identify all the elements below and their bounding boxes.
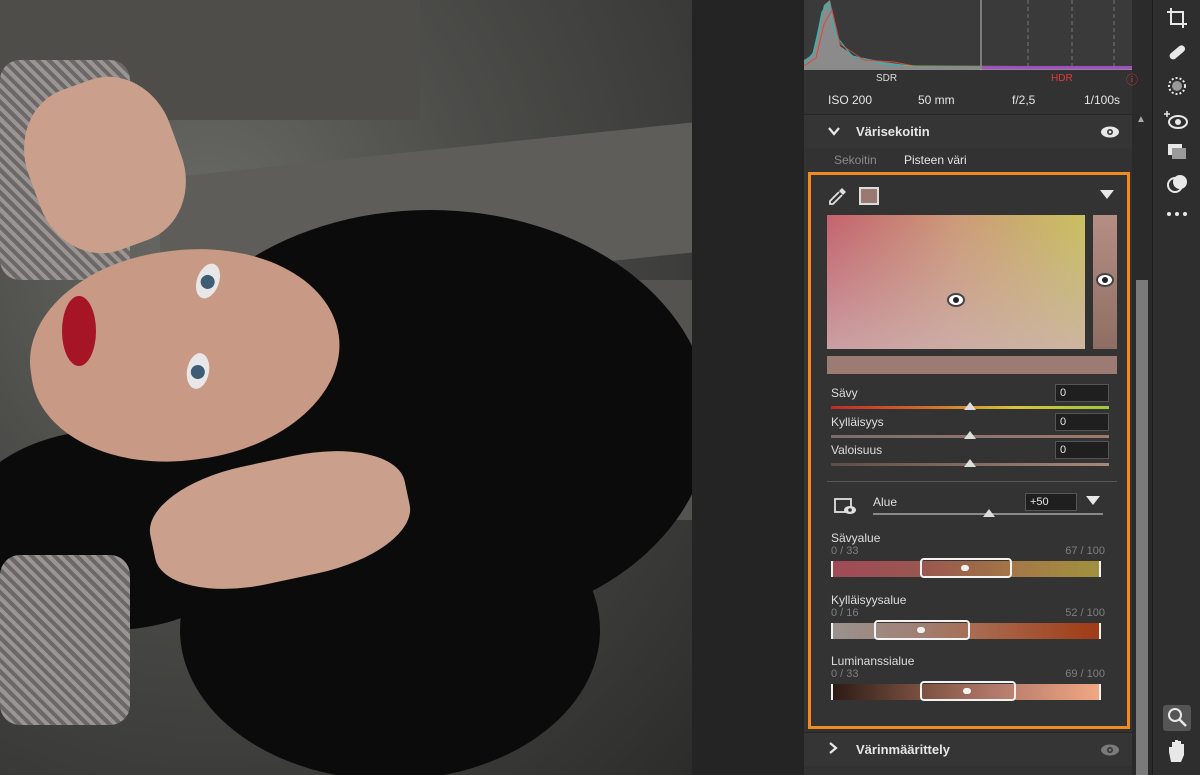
color-grading-header[interactable]: Värinmäärittely	[804, 732, 1132, 766]
crop-icon[interactable]	[1163, 6, 1191, 32]
hue-range-max: 67 / 100	[1065, 545, 1105, 557]
hue-range-title: Sävyalue	[831, 531, 881, 545]
sdr-label: SDR	[876, 73, 898, 84]
healing-icon[interactable]	[1163, 40, 1191, 66]
color-mixer-title: Värisekoitin	[856, 124, 930, 139]
visibility-eye-icon[interactable]	[1100, 125, 1119, 138]
histogram-labels: SDR HDR ⓘ	[804, 70, 1150, 88]
shutter-value: 1/100s	[1084, 93, 1121, 107]
lightroom-window: SDR HDR ⓘ ISO 200 50 mm f/2,5 1/100s Vär…	[0, 0, 1200, 775]
saturation-slider[interactable]: Kylläisyys 0	[831, 413, 1109, 443]
luminance-range-max: 69 / 100	[1065, 668, 1105, 680]
luminance-value-input[interactable]: 0	[1055, 441, 1109, 459]
swatch-dropdown-icon[interactable]	[1100, 190, 1114, 199]
aperture-value: f/2,5	[1012, 93, 1036, 107]
histogram[interactable]	[803, 0, 1133, 70]
luminance-range-left-tick[interactable]	[831, 684, 833, 700]
saturation-range: Kylläisyysalue 0 / 16 52 / 100	[831, 593, 1105, 649]
edit-panel: SDR HDR ⓘ ISO 200 50 mm f/2,5 1/100s Vär…	[803, 0, 1138, 775]
tab-pisteen-vari[interactable]: Pisteen väri	[904, 153, 967, 167]
luminance-label: Valoisuus	[831, 443, 883, 457]
hdr-warning-icon[interactable]: ⓘ	[1126, 71, 1138, 88]
saturation-value-input[interactable]: 0	[1055, 413, 1109, 431]
zoom-icon[interactable]	[1163, 705, 1191, 731]
divider	[827, 481, 1117, 482]
luminance-thumb[interactable]	[964, 459, 976, 467]
sampled-color-swatch[interactable]	[859, 187, 879, 205]
luminance-range-handle[interactable]	[963, 688, 971, 694]
result-color-bar	[827, 356, 1117, 374]
scroll-up-icon[interactable]: ▲	[1136, 114, 1146, 125]
saturation-range-title: Kylläisyysalue	[831, 593, 907, 607]
range-label: Alue	[873, 495, 898, 509]
canvas-gap	[692, 0, 804, 775]
chevron-down-icon[interactable]	[828, 123, 840, 139]
saturation-thumb[interactable]	[964, 431, 976, 439]
panel-scrollbar[interactable]: ▲	[1132, 112, 1152, 775]
luminance-slider[interactable]: Valoisuus 0	[831, 441, 1109, 471]
saturation-range-right-tick[interactable]	[1099, 623, 1101, 639]
picker-row	[825, 183, 1115, 207]
color-target-icon[interactable]	[947, 293, 965, 307]
eyedropper-icon[interactable]	[827, 185, 849, 212]
saturation-range-min: 0 / 16	[831, 607, 859, 619]
luminance-range-title: Luminanssialue	[831, 654, 915, 668]
red-eye-icon[interactable]	[1163, 108, 1191, 134]
visibility-eye-icon[interactable]	[1100, 743, 1119, 756]
color-grading-title: Värinmäärittely	[856, 742, 950, 757]
hue-range-left-tick[interactable]	[831, 561, 833, 577]
luminance-range-min: 0 / 33	[831, 668, 859, 680]
point-color-panel: Sävy 0 Kylläisyys 0 Valoisuus 0 Alue +50…	[808, 172, 1130, 729]
saturation-range-max: 52 / 100	[1065, 607, 1105, 619]
hand-icon[interactable]	[1163, 738, 1191, 764]
saturation-range-handle[interactable]	[917, 627, 925, 633]
chevron-right-icon[interactable]	[828, 741, 838, 757]
hue-range-handle[interactable]	[961, 565, 969, 571]
hue-label: Sävy	[831, 386, 858, 400]
luminance-range-right-tick[interactable]	[1099, 684, 1101, 700]
histogram-graph	[803, 0, 1133, 70]
color-mixer-tabs: Sekoitin Pisteen väri	[804, 150, 1132, 172]
more-icon[interactable]	[1163, 202, 1191, 228]
range-dropdown-icon[interactable]	[1086, 496, 1100, 505]
photo-canvas[interactable]	[0, 0, 692, 775]
range-visualize-icon[interactable]	[833, 495, 859, 522]
luminance-target-icon[interactable]	[1096, 273, 1114, 287]
presets-icon[interactable]	[1163, 140, 1191, 166]
hdr-label: HDR	[1051, 73, 1073, 84]
hue-value-input[interactable]: 0	[1055, 384, 1109, 402]
saturation-range-left-tick[interactable]	[831, 623, 833, 639]
focal-length-value: 50 mm	[918, 93, 955, 107]
iso-value: ISO 200	[828, 93, 873, 107]
range-value-input[interactable]: +50	[1025, 493, 1077, 511]
luminance-range: Luminanssialue 0 / 33 69 / 100	[831, 654, 1105, 710]
tab-sekoitin[interactable]: Sekoitin	[834, 153, 877, 167]
saturation-label: Kylläisyys	[831, 415, 884, 429]
hue-range-min: 0 / 33	[831, 545, 859, 557]
hue-range-right-tick[interactable]	[1099, 561, 1101, 577]
scrollbar-thumb[interactable]	[1136, 280, 1148, 775]
hue-slider[interactable]: Sävy 0	[831, 384, 1109, 414]
masking-icon[interactable]	[1163, 74, 1191, 100]
luminance-strip[interactable]	[1093, 215, 1117, 349]
lace-cuff	[0, 555, 130, 725]
range-thumb[interactable]	[983, 509, 995, 517]
hue-thumb[interactable]	[964, 402, 976, 410]
lips	[62, 296, 96, 366]
camera-info: ISO 200 50 mm f/2,5 1/100s	[804, 90, 1132, 112]
hue-range: Sävyalue 0 / 33 67 / 100	[831, 531, 1105, 587]
hue-saturation-field[interactable]	[827, 215, 1085, 349]
snapshots-icon[interactable]	[1163, 172, 1191, 198]
tool-strip	[1152, 0, 1200, 775]
color-mixer-header[interactable]: Värisekoitin	[804, 114, 1132, 148]
